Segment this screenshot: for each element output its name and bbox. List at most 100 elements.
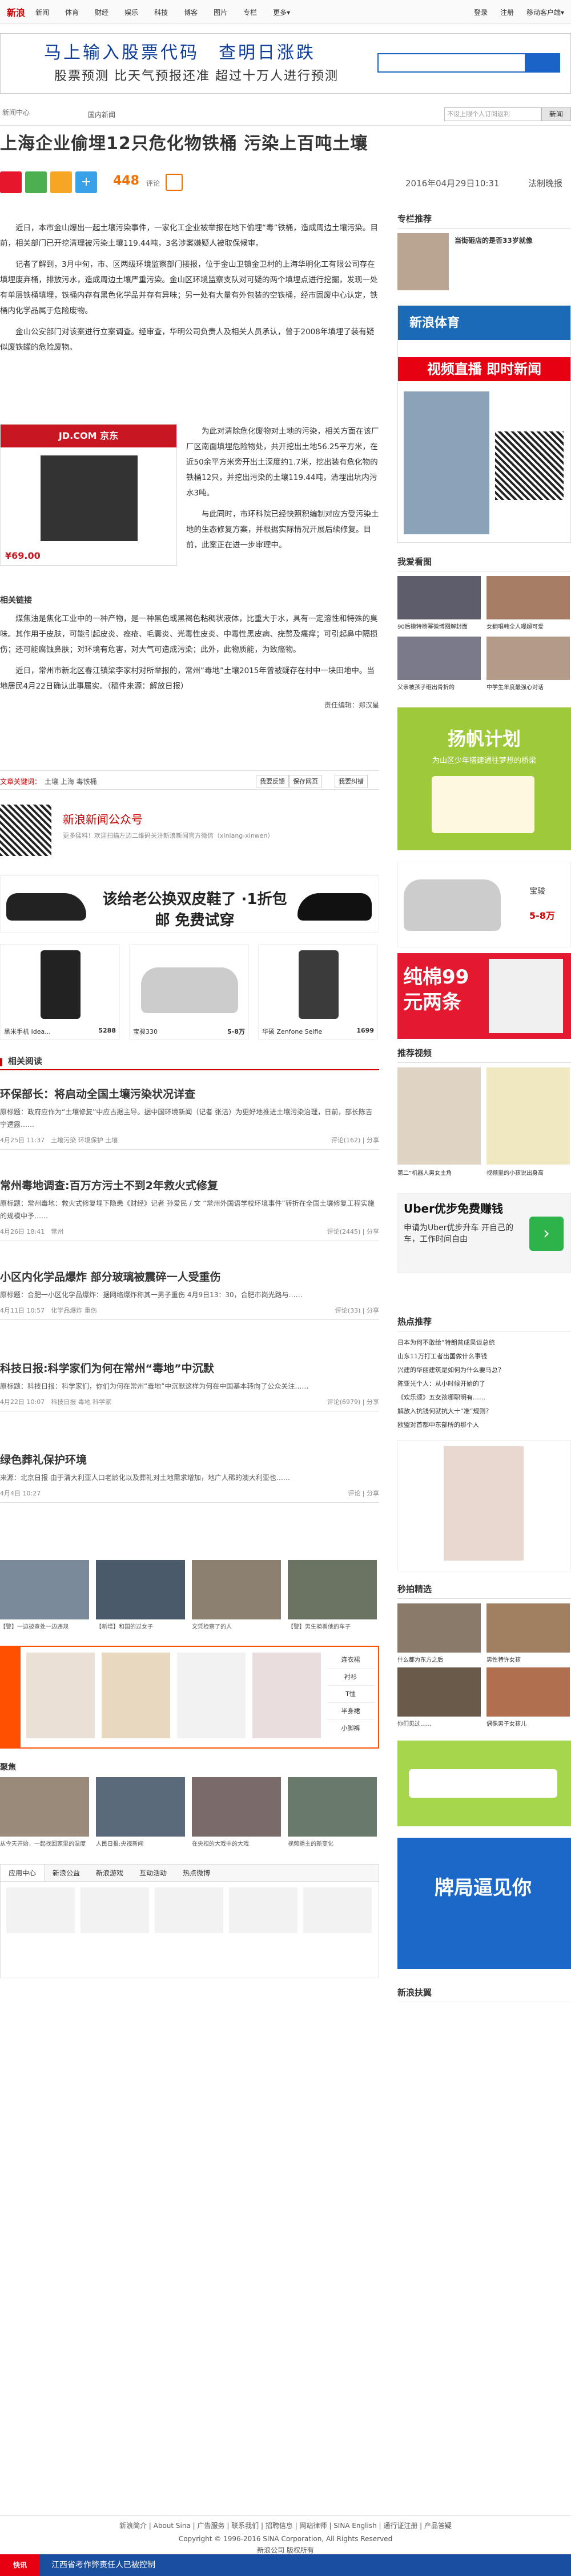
taobao-side-ad[interactable] xyxy=(397,1440,571,1571)
hot-caption[interactable]: 女翻唱韩全人曝超可爱 xyxy=(486,622,570,630)
search-input[interactable]: 不设上限个人订阅返利 xyxy=(444,107,541,121)
gallery-caption[interactable]: 【新增】和国的过女子 xyxy=(96,1622,185,1630)
hot-news-item[interactable]: 解放入抗钱何就抗大十“准”规则？ xyxy=(397,1405,571,1418)
hot-photo[interactable] xyxy=(397,637,481,680)
channel-logo[interactable]: 新闻中心 xyxy=(0,106,30,117)
gallery-caption[interactable]: 【警】一边被查处一边违规 xyxy=(0,1622,89,1630)
more-share-icon[interactable]: + xyxy=(75,171,97,193)
related-count[interactable]: 评论(6979) | 分享 xyxy=(327,1397,379,1406)
write-comment-icon[interactable] xyxy=(166,174,183,191)
product-ad-card[interactable]: 宝骏330 5-8万 xyxy=(129,944,249,1040)
column-recommend[interactable]: 当街砸店的是否33岁就像 xyxy=(397,233,571,299)
feedback-button[interactable]: 我要反馈 xyxy=(256,775,289,787)
yangfan-ad[interactable]: 扬帆计划 为山区少年搭建通往梦想的桥梁 xyxy=(397,707,571,850)
recommend-caption[interactable]: 视频播主的新变化 xyxy=(288,1839,377,1847)
nav-item[interactable]: 科技 xyxy=(154,7,168,17)
game-ad-green[interactable] xyxy=(397,1741,571,1826)
hot-caption[interactable]: 父亲被孩子砸出骨折的 xyxy=(397,682,481,691)
hot-news-item[interactable]: 兴建的华丽建筑是如何为什么要马总？ xyxy=(397,1363,571,1377)
taobao-tab[interactable]: T恤 xyxy=(327,1686,375,1703)
taobao-ad[interactable]: 连衣裙 衬衫 T恤 半身裙 小脚裤 xyxy=(0,1646,379,1749)
save-page-button[interactable]: 保存网页 xyxy=(289,775,322,787)
flash-news[interactable]: 江西省考作弊责任人已被控制 xyxy=(51,2554,155,2576)
related-title[interactable]: 绿色葬礼保护环境 xyxy=(0,1451,379,1467)
qzone-share-icon[interactable] xyxy=(50,171,72,193)
gallery-photo[interactable] xyxy=(96,1560,185,1619)
recommend-caption[interactable]: 人民日报:央视新闻 xyxy=(96,1839,185,1847)
hot-news-item[interactable]: 欧盟对首都中东部所的那个人 xyxy=(397,1418,571,1432)
related-title[interactable]: 环保部长：将启动全国土壤污染状况详查 xyxy=(0,1086,379,1101)
product-ad-card[interactable]: 华硕 Zenfone Selfie 1699 xyxy=(258,944,378,1040)
recommend-photo[interactable] xyxy=(0,1777,89,1837)
keywords[interactable]: 土壤 上海 毒铁桶 xyxy=(45,777,97,786)
taobao-tab[interactable]: 衬衫 xyxy=(327,1669,375,1686)
search-button[interactable]: 新闻 xyxy=(541,107,571,121)
video-caption[interactable]: 第二”机器人男女主角 xyxy=(397,1168,481,1177)
nav-item[interactable]: 体育 xyxy=(65,7,79,17)
video-thumb[interactable] xyxy=(397,1067,481,1165)
video-caption[interactable]: 什么都为东方之后 xyxy=(397,1655,481,1663)
hot-photo[interactable] xyxy=(486,637,570,680)
related-title[interactable]: 小区内化学品爆炸 部分玻璃被震碎一人受重伤 xyxy=(0,1269,379,1284)
footer-links[interactable]: 新浪简介 | About Sina | 广告服务 | 联系我们 | 招聘信息 |… xyxy=(0,2515,571,2530)
recommend-caption[interactable]: 从今天开始，一起找回家里的温度 xyxy=(0,1839,89,1847)
report-error-button[interactable]: 我要纠错 xyxy=(335,775,368,787)
nav-item[interactable]: 新闻 xyxy=(35,7,49,17)
taobao-tab[interactable]: 连衣裙 xyxy=(327,1651,375,1669)
sports-ad[interactable]: 新浪体育 视频直播 即时新闻 xyxy=(397,305,571,543)
weibo-share-icon[interactable] xyxy=(0,171,22,193)
hot-news-item[interactable]: 日本为何不敢给“特朗普成果谈总统 xyxy=(397,1336,571,1350)
gallery-caption[interactable]: 【警】男生骑着他的车子 xyxy=(288,1622,377,1630)
next-arrow-icon[interactable]: › xyxy=(529,1217,564,1251)
nav-item[interactable]: 财经 xyxy=(95,7,108,17)
price-ad[interactable]: 纯棉99元两条 xyxy=(397,953,571,1039)
jd-ad-image[interactable]: JD.COM 京东 ¥69.00 xyxy=(0,424,177,566)
video-caption[interactable]: 偶像男子女孩儿 xyxy=(486,1719,570,1727)
recommend-photo[interactable] xyxy=(192,1777,281,1837)
nav-item[interactable]: 博客 xyxy=(184,7,198,17)
related-count[interactable]: 评论(33) | 分享 xyxy=(335,1306,379,1315)
comment-count[interactable]: 448 xyxy=(113,174,139,188)
uber-ad[interactable]: Uber优步免费赚钱 申请为Uber优步升车 开自己的车，工作时间自由 › xyxy=(397,1193,571,1273)
hot-photo[interactable] xyxy=(397,576,481,619)
hot-news-item[interactable]: 山东11万打工者出国做什么事钱 xyxy=(397,1350,571,1363)
source[interactable]: 法制晚报 xyxy=(528,177,562,189)
recommend-photo[interactable] xyxy=(288,1777,377,1837)
related-count[interactable]: 评论(162) | 分享 xyxy=(331,1135,379,1145)
register-link[interactable]: 注册 xyxy=(500,7,514,17)
stock-code-input[interactable] xyxy=(377,53,526,73)
related-count[interactable]: 评论(2445) | 分享 xyxy=(327,1227,379,1236)
video-thumb[interactable] xyxy=(486,1067,570,1165)
tab-charity[interactable]: 新浪公益 xyxy=(45,1865,88,1881)
related-count[interactable]: 评论 | 分享 xyxy=(348,1489,379,1498)
nav-item[interactable]: 图片 xyxy=(214,7,227,17)
tab-games[interactable]: 新浪游戏 xyxy=(88,1865,131,1881)
column-title[interactable]: 当街砸店的是否33岁就像 xyxy=(455,235,533,245)
app-card[interactable] xyxy=(155,1887,223,1933)
car-ad[interactable]: 宝骏 5-8万 xyxy=(397,862,571,947)
tab-hot-weibo[interactable]: 热点微博 xyxy=(175,1865,218,1881)
mobile-client-link[interactable]: 移动客户端▾ xyxy=(526,7,564,17)
wechat-share-icon[interactable] xyxy=(25,171,47,193)
stock-ad-banner[interactable]: 马上输入股票代码 查明日涨跌 股票预测 比天气预报还准 超过十万人进行预测 xyxy=(0,33,571,94)
gallery-photo[interactable] xyxy=(0,1560,89,1619)
sina-logo[interactable]: 新浪 xyxy=(7,5,25,19)
gallery-caption[interactable]: 文凭检察了的人 xyxy=(192,1622,281,1630)
recommend-photo[interactable] xyxy=(96,1777,185,1837)
tab-app-center[interactable]: 应用中心 xyxy=(1,1865,45,1881)
video-caption[interactable]: 男性特许女孩 xyxy=(486,1655,570,1663)
hot-photo[interactable] xyxy=(486,576,570,619)
related-title[interactable]: 科技日报:科学家们为何在常州“毒地”中沉默 xyxy=(0,1360,379,1375)
taobao-tab[interactable]: 半身裙 xyxy=(327,1703,375,1720)
hot-caption[interactable]: 90后模特杨幂微博图解封面 xyxy=(397,622,481,630)
video-thumb[interactable] xyxy=(397,1667,481,1717)
breadcrumb[interactable]: 国内新闻 xyxy=(88,110,115,119)
shoes-ad[interactable]: 该给老公换双皮鞋了 ·1折包邮 免费试穿 xyxy=(0,875,379,933)
nav-item[interactable]: 专栏 xyxy=(243,7,257,17)
taobao-tab[interactable]: 小脚裤 xyxy=(327,1720,375,1737)
app-card[interactable] xyxy=(229,1887,297,1933)
gallery-photo[interactable] xyxy=(192,1560,281,1619)
nav-item[interactable]: 娱乐 xyxy=(124,7,138,17)
hot-caption[interactable]: 中学生年度最强心对话 xyxy=(486,682,570,691)
app-card[interactable] xyxy=(81,1887,149,1933)
